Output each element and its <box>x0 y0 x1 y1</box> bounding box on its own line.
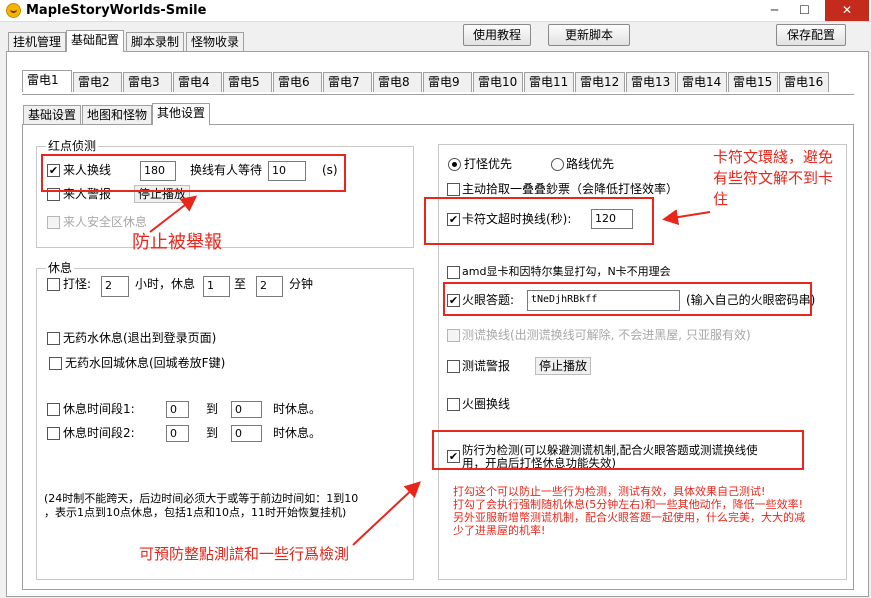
annotation-arrows <box>149 195 711 546</box>
arrow-to-rune-timeout <box>662 209 711 226</box>
tab-instance-1[interactable]: 雷电1 <box>22 70 72 92</box>
arrow-to-switch-line <box>149 195 198 233</box>
tab-other-settings[interactable]: 其他设置 <box>152 103 211 125</box>
arrow-to-rest-section <box>352 481 421 546</box>
tab-basic-config[interactable]: 基础配置 <box>66 30 125 52</box>
